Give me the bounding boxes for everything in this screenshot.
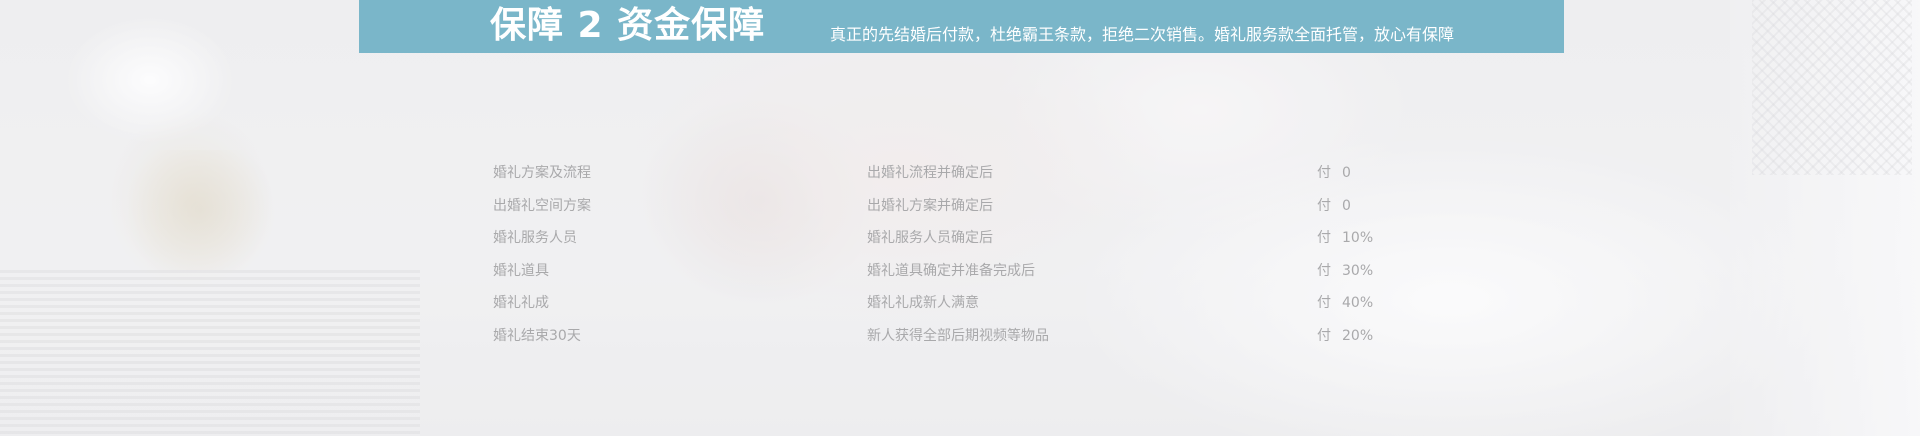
row-condition: 新人获得全部后期视频等物品: [867, 327, 1049, 344]
row-item: 婚礼结束30天: [493, 327, 581, 344]
row-pay-label: 付: [1317, 295, 1331, 312]
table-row: 婚礼方案及流程 出婚礼流程并确定后 付0: [0, 160, 1920, 193]
row-payment: 付 10%: [1317, 225, 1373, 251]
row-condition: 出婚礼流程并确定后: [867, 165, 993, 181]
row-condition: 婚礼道具确定并准备完成后: [867, 262, 1035, 279]
row-pay-label: 付: [1317, 327, 1331, 344]
table-row: 婚礼服务人员 婚礼服务人员确定后 付 10%: [0, 225, 1920, 258]
row-payment: 付0: [1317, 160, 1351, 186]
row-item: 婚礼方案及流程: [493, 165, 591, 181]
table-row: 出婚礼空间方案 出婚礼方案并确定后 付0: [0, 193, 1920, 226]
row-pay-label: 付: [1317, 262, 1331, 279]
row-pay-amount: 30%: [1342, 262, 1374, 279]
row-item: 婚礼道具: [493, 262, 549, 279]
row-pay-amount: 40%: [1342, 295, 1374, 312]
row-condition: 婚礼服务人员确定后: [867, 230, 993, 247]
row-item: 出婚礼空间方案: [493, 197, 591, 214]
banner-description: 真正的先结婚后付款，杜绝霸王条款，拒绝二次销售。婚礼服务款全面托管，放心有保障: [830, 25, 1455, 44]
table-row: 婚礼道具 婚礼道具确定并准备完成后 付 30%: [0, 258, 1920, 291]
row-payment: 付 30%: [1317, 258, 1373, 284]
table-row: 婚礼礼成 婚礼礼成新人满意 付 40%: [0, 290, 1920, 323]
table-row: 婚礼结束30天 新人获得全部后期视频等物品 付 20%: [0, 323, 1920, 356]
row-pay-amount: 0: [1342, 165, 1351, 181]
row-condition: 婚礼礼成新人满意: [867, 295, 979, 312]
row-pay-label: 付: [1317, 197, 1331, 214]
banner-title: 保障 2 资金保障: [490, 5, 766, 46]
row-pay-label: 付: [1317, 230, 1331, 247]
row-item: 婚礼服务人员: [493, 230, 577, 247]
row-pay-amount: 0: [1342, 197, 1351, 214]
row-item: 婚礼礼成: [493, 295, 549, 312]
row-pay-amount: 10%: [1342, 230, 1374, 247]
header-banner: 保障 2 资金保障 真正的先结婚后付款，杜绝霸王条款，拒绝二次销售。婚礼服务款全…: [359, 0, 1564, 53]
row-pay-amount: 20%: [1342, 327, 1374, 344]
row-payment: 付 20%: [1317, 323, 1373, 349]
payment-schedule-table: 婚礼方案及流程 出婚礼流程并确定后 付0 出婚礼空间方案 出婚礼方案并确定后 付…: [0, 160, 1920, 356]
row-payment: 付 40%: [1317, 290, 1373, 316]
row-condition: 出婚礼方案并确定后: [867, 197, 993, 214]
row-pay-label: 付: [1317, 165, 1331, 181]
row-payment: 付0: [1317, 193, 1351, 219]
